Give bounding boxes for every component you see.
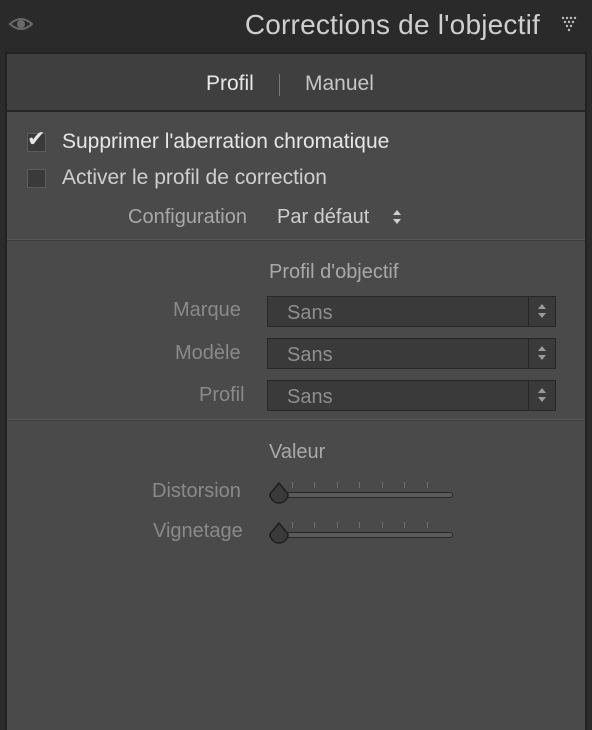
tab-manuel[interactable]: Manuel xyxy=(305,72,374,96)
checkmark-icon: ✔ xyxy=(27,125,46,151)
slider-tick xyxy=(336,482,338,488)
checkbox-box[interactable] xyxy=(27,168,46,188)
dropdown-stepper[interactable] xyxy=(528,339,555,368)
profile-label: Profil xyxy=(199,384,245,406)
make-dropdown[interactable]: Sans xyxy=(267,296,556,327)
section-divider xyxy=(7,419,585,421)
lens-profile-heading: Profil d'objectif xyxy=(269,261,399,283)
slider-tick xyxy=(381,482,383,488)
model-dropdown[interactable]: Sans xyxy=(267,338,556,369)
panel-header[interactable]: Corrections de l'objectif xyxy=(0,0,592,52)
setup-label: Configuration xyxy=(128,206,247,228)
slider-thumb[interactable] xyxy=(267,482,291,506)
amount-heading: Valeur xyxy=(269,441,326,463)
eye-icon[interactable] xyxy=(8,12,34,36)
profile-dropdown[interactable]: Sans xyxy=(267,380,556,411)
collapse-triangle-icon[interactable] xyxy=(560,14,580,34)
slider-tick xyxy=(314,482,315,488)
lens-corrections-panel: Profil Manuel ✔ Supprimer l'aberration c… xyxy=(5,52,587,730)
distortion-label: Distorsion xyxy=(152,480,241,502)
distortion-slider[interactable] xyxy=(269,482,453,506)
checkbox-box[interactable]: ✔ xyxy=(27,127,46,152)
updown-arrows-icon xyxy=(538,388,546,402)
slider-tick xyxy=(381,522,383,528)
slider-tick xyxy=(314,522,315,528)
slider-tick xyxy=(359,482,360,488)
setup-select[interactable]: Par défaut xyxy=(277,206,369,229)
checkbox-label: Supprimer l'aberration chromatique xyxy=(62,130,390,153)
remove-chromatic-aberration-checkbox[interactable]: ✔ Supprimer l'aberration chromatique xyxy=(27,127,390,154)
dropdown-stepper[interactable] xyxy=(528,297,555,326)
updown-arrows-icon xyxy=(538,304,546,318)
slider-thumb[interactable] xyxy=(267,522,291,546)
checkbox-label: Activer le profil de correction xyxy=(62,166,327,189)
slider-tick xyxy=(336,522,338,528)
slider-tick xyxy=(404,482,405,488)
slider-tick xyxy=(426,522,428,528)
tab-separator xyxy=(279,74,280,96)
tab-profil[interactable]: Profil xyxy=(206,72,254,96)
section-divider xyxy=(7,239,585,241)
slider-track xyxy=(269,532,453,538)
dropdown-stepper[interactable] xyxy=(528,381,555,410)
panel-title: Corrections de l'objectif xyxy=(244,9,540,40)
slider-track xyxy=(269,492,453,498)
model-label: Modèle xyxy=(175,342,241,364)
make-value: Sans xyxy=(287,302,333,324)
profile-value: Sans xyxy=(287,386,333,408)
updown-arrows-icon xyxy=(538,346,546,360)
vignetting-slider[interactable] xyxy=(269,522,453,546)
slider-tick xyxy=(291,482,293,488)
make-label: Marque xyxy=(173,299,241,321)
slider-tick xyxy=(426,482,428,488)
model-value: Sans xyxy=(287,344,333,366)
enable-profile-correction-checkbox[interactable]: Activer le profil de correction xyxy=(27,166,327,190)
updown-arrows-icon[interactable] xyxy=(392,209,402,225)
tab-bar: Profil Manuel xyxy=(7,54,585,112)
vignetting-label: Vignetage xyxy=(153,520,243,542)
slider-tick xyxy=(291,522,293,528)
slider-tick xyxy=(404,522,405,528)
slider-tick xyxy=(359,522,360,528)
